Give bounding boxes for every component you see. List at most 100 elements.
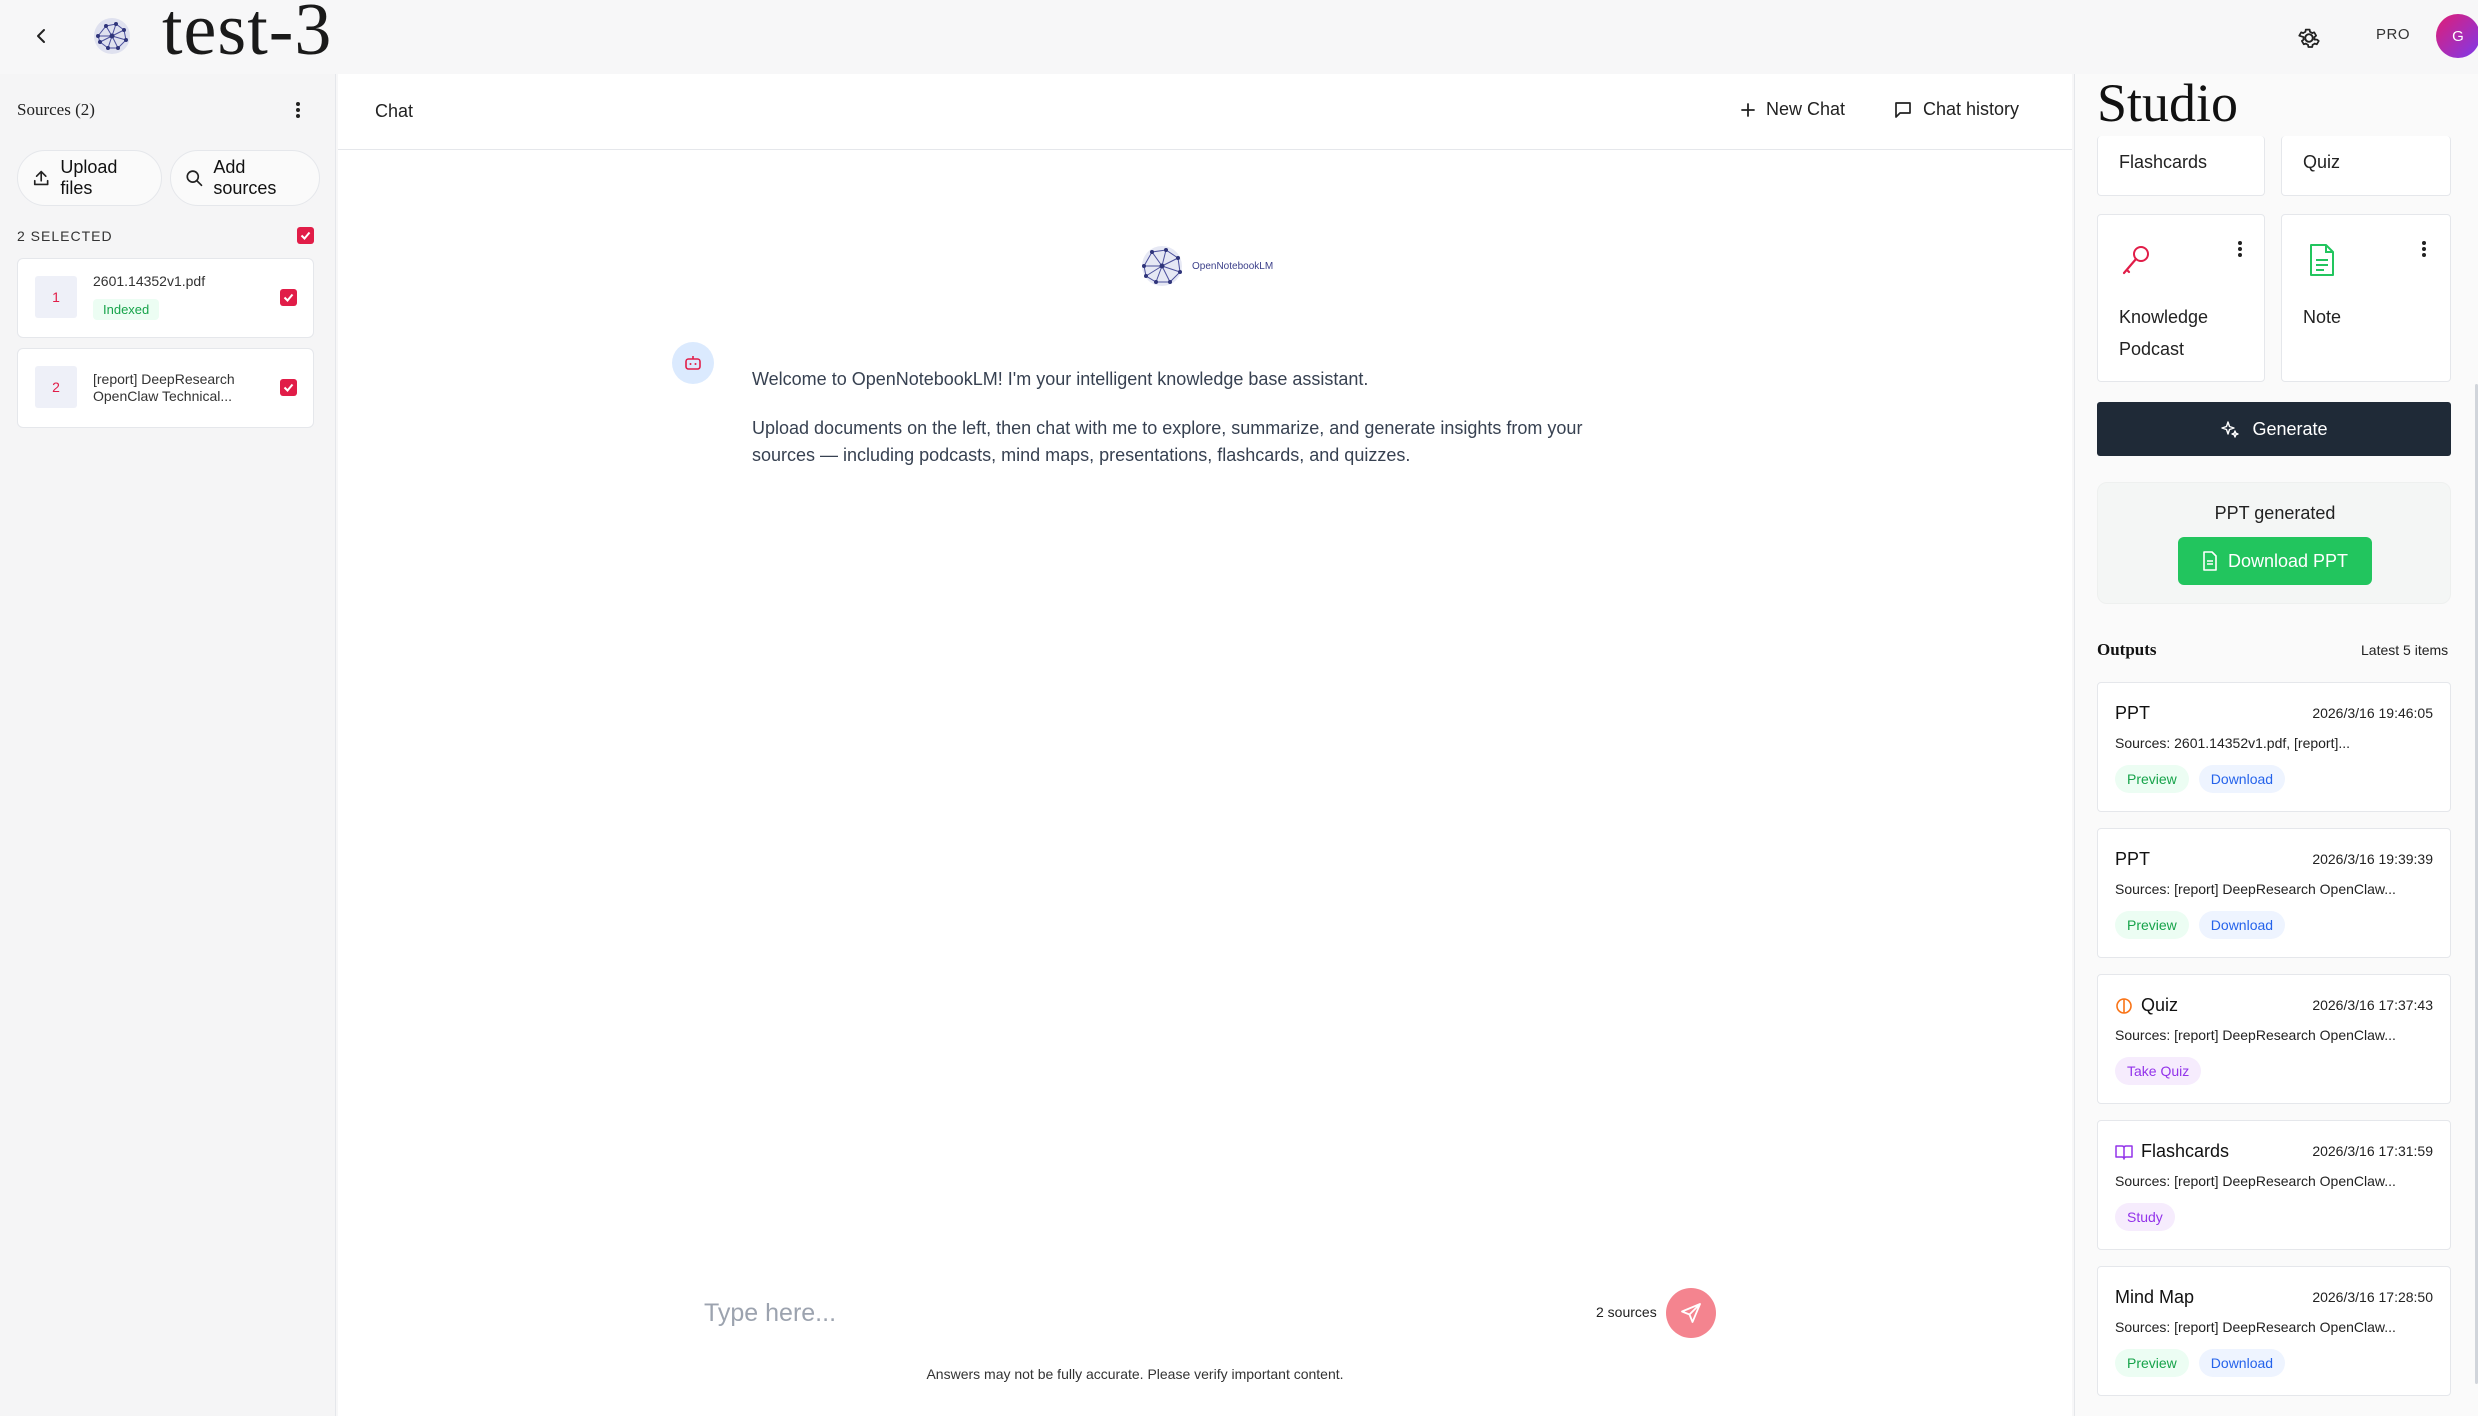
indexed-badge: Indexed bbox=[93, 299, 160, 320]
output-item[interactable]: Quiz 2026/3/16 17:37:43 Sources: [report… bbox=[2097, 974, 2451, 1104]
output-actions: Preview Download bbox=[2115, 1349, 2286, 1377]
output-time: 2026/3/16 19:39:39 bbox=[2312, 851, 2433, 867]
download-button[interactable]: Download bbox=[2198, 1349, 2286, 1377]
preview-button[interactable]: Preview bbox=[2115, 1349, 2189, 1377]
podcast-label: Podcast bbox=[2119, 339, 2185, 359]
output-time: 2026/3/16 19:46:05 bbox=[2312, 705, 2433, 721]
note-tile[interactable]: Note bbox=[2281, 214, 2451, 382]
notebook-title[interactable]: test-3 bbox=[162, 0, 332, 70]
generate-button[interactable]: Generate bbox=[2097, 402, 2451, 456]
output-title-row: Quiz bbox=[2115, 995, 2178, 1016]
preview-button[interactable]: Preview bbox=[2115, 911, 2189, 939]
take-quiz-button[interactable]: Take Quiz bbox=[2115, 1057, 2202, 1085]
flashcards-label: Flashcards bbox=[2119, 152, 2208, 172]
sources-panel: Sources (2) Upload files Add sources 2 S… bbox=[0, 74, 336, 1416]
output-actions: Preview Download bbox=[2115, 911, 2286, 939]
more-vertical-icon bbox=[296, 102, 300, 118]
new-chat-label: New Chat bbox=[1766, 99, 1846, 119]
welcome-line-2: Upload documents on the left, then chat … bbox=[752, 418, 1583, 465]
bot-icon bbox=[685, 356, 701, 370]
upload-files-button[interactable]: Upload files bbox=[17, 150, 162, 206]
quiz-label: Quiz bbox=[2303, 152, 2341, 172]
opennotebooklm-logo: OpenNotebookLM bbox=[1134, 238, 1274, 294]
send-button[interactable] bbox=[1666, 1288, 1716, 1338]
knowledge-label: Knowledge bbox=[2119, 307, 2209, 327]
add-sources-label: Add sources bbox=[213, 157, 277, 198]
user-avatar[interactable]: G bbox=[2436, 14, 2478, 58]
source-number: 1 bbox=[35, 276, 77, 318]
knowledge-podcast-label: Knowledge Podcast bbox=[2119, 301, 2208, 365]
plus-icon bbox=[1741, 102, 1755, 117]
quiz-icon bbox=[2116, 997, 2132, 1014]
output-actions: Take Quiz bbox=[2115, 1057, 2202, 1085]
source-name-line2: OpenClaw Technical... bbox=[93, 388, 233, 404]
knowledge-podcast-tile[interactable]: Knowledge Podcast bbox=[2097, 214, 2265, 382]
disclaimer-text: Answers may not be fully accurate. Pleas… bbox=[926, 1366, 1344, 1382]
sparkles-icon bbox=[2221, 421, 2240, 438]
logo-text: OpenNotebookLM bbox=[1192, 260, 1274, 272]
brain-logo-icon bbox=[1142, 246, 1182, 286]
chat-input[interactable] bbox=[704, 1286, 1604, 1340]
message-square-icon bbox=[1895, 101, 1911, 118]
pro-badge: PRO bbox=[2376, 26, 2411, 43]
upload-files-label: Upload files bbox=[60, 157, 118, 198]
output-item[interactable]: Mind Map 2026/3/16 17:28:50 Sources: [re… bbox=[2097, 1266, 2451, 1396]
source-name-line1: [report] DeepResearch bbox=[93, 371, 235, 387]
preview-button[interactable]: Preview bbox=[2115, 765, 2189, 793]
output-item[interactable]: Flashcards 2026/3/16 17:31:59 Sources: [… bbox=[2097, 1120, 2451, 1250]
source-number: 2 bbox=[35, 366, 77, 408]
source-item[interactable]: 2 [report] DeepResearch OpenClaw Technic… bbox=[17, 348, 314, 428]
source-checkbox[interactable] bbox=[280, 289, 297, 306]
new-chat-button[interactable]: New Chat bbox=[1740, 99, 1845, 120]
select-all-checkbox[interactable] bbox=[297, 227, 314, 244]
chat-history-label: Chat history bbox=[1923, 99, 2020, 119]
file-text-icon bbox=[2310, 244, 2334, 276]
sources-menu-button[interactable] bbox=[284, 96, 312, 124]
output-name: Flashcards bbox=[2141, 1141, 2230, 1161]
assistant-message: Welcome to OpenNotebookLM! I'm your inte… bbox=[752, 366, 1612, 491]
source-item[interactable]: 1 2601.14352v1.pdf Indexed bbox=[17, 258, 314, 338]
download-button[interactable]: Download bbox=[2198, 765, 2286, 793]
check-icon bbox=[300, 231, 311, 240]
tile-menu-button[interactable] bbox=[2230, 237, 2250, 261]
more-vertical-icon bbox=[2422, 241, 2426, 257]
generate-label: Generate bbox=[2252, 418, 2328, 439]
welcome-line-1: Welcome to OpenNotebookLM! I'm your inte… bbox=[752, 369, 1369, 389]
download-button[interactable]: Download bbox=[2198, 911, 2286, 939]
chat-history-button[interactable]: Chat history bbox=[1893, 99, 2019, 120]
output-title-row: Flashcards bbox=[2115, 1141, 2229, 1162]
selected-count: 2 SELECTED bbox=[17, 228, 113, 244]
back-button[interactable] bbox=[26, 20, 58, 52]
studio-title: Studio bbox=[2097, 74, 2239, 133]
output-sources: Sources: [report] DeepResearch OpenClaw.… bbox=[2115, 1319, 2396, 1335]
output-sources: Sources: [report] DeepResearch OpenClaw.… bbox=[2115, 1173, 2396, 1189]
brain-logo-icon bbox=[94, 18, 130, 54]
upload-icon bbox=[33, 170, 49, 186]
add-sources-button[interactable]: Add sources bbox=[170, 150, 320, 206]
source-name: [report] DeepResearch OpenClaw Technical… bbox=[93, 371, 235, 405]
output-sources: Sources: 2601.14352v1.pdf, [report]... bbox=[2115, 735, 2351, 751]
output-item[interactable]: PPT 2026/3/16 19:39:39 Sources: [report]… bbox=[2097, 828, 2451, 958]
chat-header: Chat New Chat Chat history bbox=[338, 74, 2072, 150]
chat-composer: 2 sources bbox=[704, 1274, 1716, 1354]
quiz-tile[interactable]: Quiz bbox=[2281, 136, 2451, 196]
output-name: PPT bbox=[2115, 849, 2151, 869]
output-item[interactable]: PPT 2026/3/16 19:46:05 Sources: 2601.143… bbox=[2097, 682, 2451, 812]
ppt-status-text: PPT generated bbox=[2214, 503, 2336, 523]
output-actions: Preview Download bbox=[2115, 765, 2286, 793]
more-vertical-icon bbox=[2238, 241, 2242, 257]
check-icon bbox=[283, 293, 294, 302]
assistant-avatar bbox=[672, 342, 714, 384]
chat-title: Chat bbox=[375, 101, 414, 121]
source-checkbox[interactable] bbox=[280, 379, 297, 396]
settings-button[interactable] bbox=[2292, 21, 2326, 55]
source-name: 2601.14352v1.pdf bbox=[93, 273, 206, 289]
output-time: 2026/3/16 17:28:50 bbox=[2312, 1289, 2433, 1305]
chat-panel: Chat New Chat Chat history OpenNotebookL… bbox=[338, 74, 2072, 1416]
ppt-ready-box: PPT generated Download PPT bbox=[2097, 482, 2451, 604]
study-button[interactable]: Study bbox=[2115, 1203, 2175, 1231]
flashcards-tile[interactable]: Flashcards bbox=[2097, 136, 2265, 196]
download-ppt-button[interactable]: Download PPT bbox=[2178, 537, 2372, 585]
tile-menu-button[interactable] bbox=[2414, 237, 2434, 261]
download-ppt-label: Download PPT bbox=[2227, 550, 2349, 571]
